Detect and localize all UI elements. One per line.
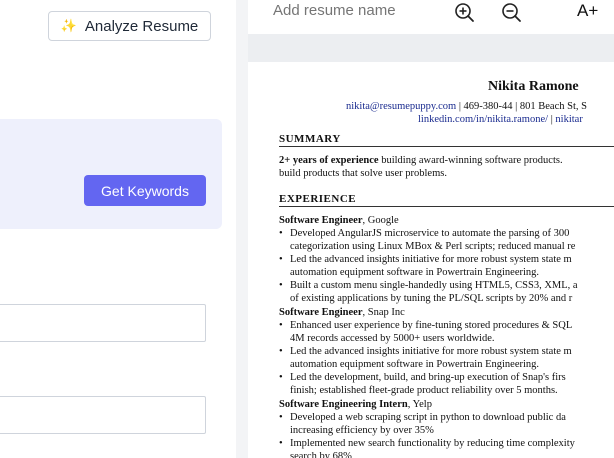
sparkle-icon: ✨	[60, 18, 77, 33]
job-company: , Yelp	[407, 399, 432, 410]
font-size-increase-button[interactable]: A+	[577, 1, 598, 21]
bullet-text: Developed AngularJS microservice to auto…	[290, 228, 570, 239]
bullet-text: Led the development, build, and bring-up…	[290, 372, 566, 383]
keywords-card: Get Keywords	[0, 119, 222, 229]
job-company: , Snap Inc	[362, 307, 405, 318]
summary-heading: SUMMARY	[279, 133, 614, 147]
list-item: • Led the development, build, and bring-u…	[279, 372, 566, 383]
job-title-line: Software Engineer, Snap Inc	[279, 306, 405, 319]
resume-preview-panel: A+ Nikita Ramone nikita@resumepuppy.com …	[248, 0, 614, 458]
job-company: , Google	[362, 215, 399, 226]
summary-text: building award-winning software products…	[378, 155, 563, 166]
bullet-text: Enhanced user experience by fine-tuning …	[290, 320, 573, 331]
experience-heading: EXPERIENCE	[279, 193, 614, 207]
bullet-text: Implemented new search functionality by …	[290, 438, 575, 449]
list-item: • Enhanced user experience by fine-tuning…	[279, 320, 573, 331]
job-title-line: Software Engineering Intern, Yelp	[279, 398, 432, 411]
linkedin-link[interactable]: linkedin.com/in/nikita.ramone/	[418, 114, 548, 125]
list-item: • Built a custom menu single-handedly usi…	[279, 280, 578, 291]
job-title: Software Engineer	[279, 215, 363, 226]
preview-header-strip	[248, 34, 614, 62]
bullet-continuation: finish; established fleet-grade product …	[290, 385, 558, 396]
resume-name: Nikita Ramone	[488, 79, 579, 94]
job-title: Software Engineering Intern	[279, 399, 408, 410]
email-link[interactable]: nikita@resumepuppy.com	[346, 101, 456, 112]
bullet-continuation: 4M records accessed by 5000+ users world…	[290, 333, 495, 344]
text-input-2[interactable]	[0, 396, 206, 434]
job-title: Software Engineer	[279, 307, 363, 318]
job-title-line: Software Engineer, Google	[279, 214, 399, 227]
summary-line-1: 2+ years of experience building award-wi…	[279, 154, 563, 167]
bullet-text: Developed a web scraping script in pytho…	[290, 412, 566, 423]
list-item: • Led the advanced insights initiative fo…	[279, 346, 572, 357]
bullet-continuation: of existing applications by tuning the P…	[290, 293, 573, 304]
summary-line-2: build products that solve user problems.	[279, 168, 447, 179]
contact-details: | 469-380-44 | 801 Beach St, S	[456, 101, 587, 112]
summary-bold: 2+ years of experience	[279, 155, 379, 166]
bullet-text: Built a custom menu single-handedly usin…	[290, 280, 578, 291]
website-link[interactable]: nikitar	[555, 114, 582, 125]
bullet-text: Led the advanced insights initiative for…	[290, 346, 572, 357]
bullet-continuation: categorization using Linux MBox & Perl s…	[290, 241, 576, 252]
preview-toolbar: A+	[248, 0, 614, 34]
contact-line-1: nikita@resumepuppy.com | 469-380-44 | 80…	[346, 101, 587, 112]
left-panel: ✨ Analyze Resume Get Keywords	[0, 0, 236, 458]
list-item: • Implemented new search functionality by…	[279, 438, 575, 449]
bullet-continuation: automation equipment software in Powertr…	[290, 267, 540, 278]
resume-name-input[interactable]	[273, 2, 433, 19]
panel-divider[interactable]	[236, 0, 248, 458]
zoom-in-icon[interactable]	[453, 1, 475, 23]
analyze-resume-button[interactable]: ✨ Analyze Resume	[48, 11, 211, 41]
zoom-out-icon[interactable]	[500, 1, 522, 23]
list-item: • Developed AngularJS microservice to aut…	[279, 228, 570, 239]
analyze-resume-label: Analyze Resume	[84, 17, 199, 35]
bullet-text: Led the advanced insights initiative for…	[290, 254, 572, 265]
list-item: • Led the advanced insights initiative fo…	[279, 254, 572, 265]
resume-page: Nikita Ramone nikita@resumepuppy.com | 4…	[248, 62, 614, 458]
bullet-continuation: search by 68%	[290, 451, 352, 458]
text-input-1[interactable]	[0, 304, 206, 342]
bullet-continuation: automation equipment software in Powertr…	[290, 359, 540, 370]
contact-line-2: linkedin.com/in/nikita.ramone/ | nikitar	[418, 114, 583, 125]
list-item: • Developed a web scraping script in pyth…	[279, 412, 566, 423]
get-keywords-button[interactable]: Get Keywords	[84, 175, 206, 206]
bullet-continuation: increasing efficiency by over 35%	[290, 425, 434, 436]
